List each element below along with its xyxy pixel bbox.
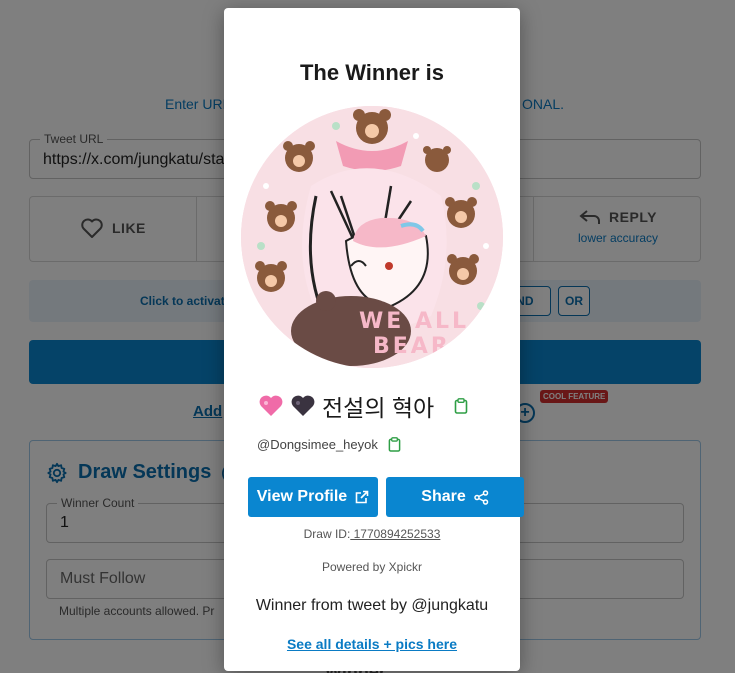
external-link-icon bbox=[355, 490, 369, 504]
black-heart-emoji bbox=[291, 395, 315, 416]
clipboard-icon[interactable] bbox=[454, 398, 468, 414]
view-profile-button[interactable]: View Profile bbox=[248, 477, 378, 517]
powered-by: Powered by Xpickr bbox=[321, 560, 423, 574]
draw-id: Draw ID: 1770894252533 bbox=[224, 527, 520, 541]
avatar-text-line1: WE ALL bbox=[359, 309, 469, 334]
winner-handle: @Dongsimee_heyok bbox=[257, 437, 378, 452]
draw-id-value[interactable]: 1770894252533 bbox=[350, 527, 441, 541]
see-all-details-link[interactable]: See all details + pics here bbox=[224, 636, 520, 652]
pink-heart-emoji bbox=[259, 395, 283, 416]
winner-avatar: WE ALL BEAR bbox=[241, 106, 503, 368]
clipboard-icon[interactable] bbox=[388, 437, 401, 452]
winner-name-row: 전설의 혁아 bbox=[258, 389, 468, 423]
modal-action-buttons: View Profile Share bbox=[248, 477, 524, 517]
view-profile-label: View Profile bbox=[256, 488, 348, 505]
winner-handle-row: @Dongsimee_heyok bbox=[257, 437, 401, 452]
avatar-illustration: WE ALL BEAR bbox=[241, 106, 503, 368]
winner-display-name: 전설의 혁아 bbox=[322, 395, 435, 421]
share-icon bbox=[473, 489, 488, 505]
share-button[interactable]: Share bbox=[386, 477, 524, 517]
modal-title: The Winner is bbox=[299, 60, 445, 85]
winner-source-text: Winner from tweet by @jungkatu bbox=[255, 597, 489, 614]
draw-id-label: Draw ID: bbox=[303, 527, 351, 541]
share-label: Share bbox=[421, 488, 466, 505]
avatar-text-line2: BEAR bbox=[373, 334, 451, 359]
winner-modal: The Winner is WE ALL BEAR 전설의 혁아 @Dongsi… bbox=[224, 8, 524, 671]
